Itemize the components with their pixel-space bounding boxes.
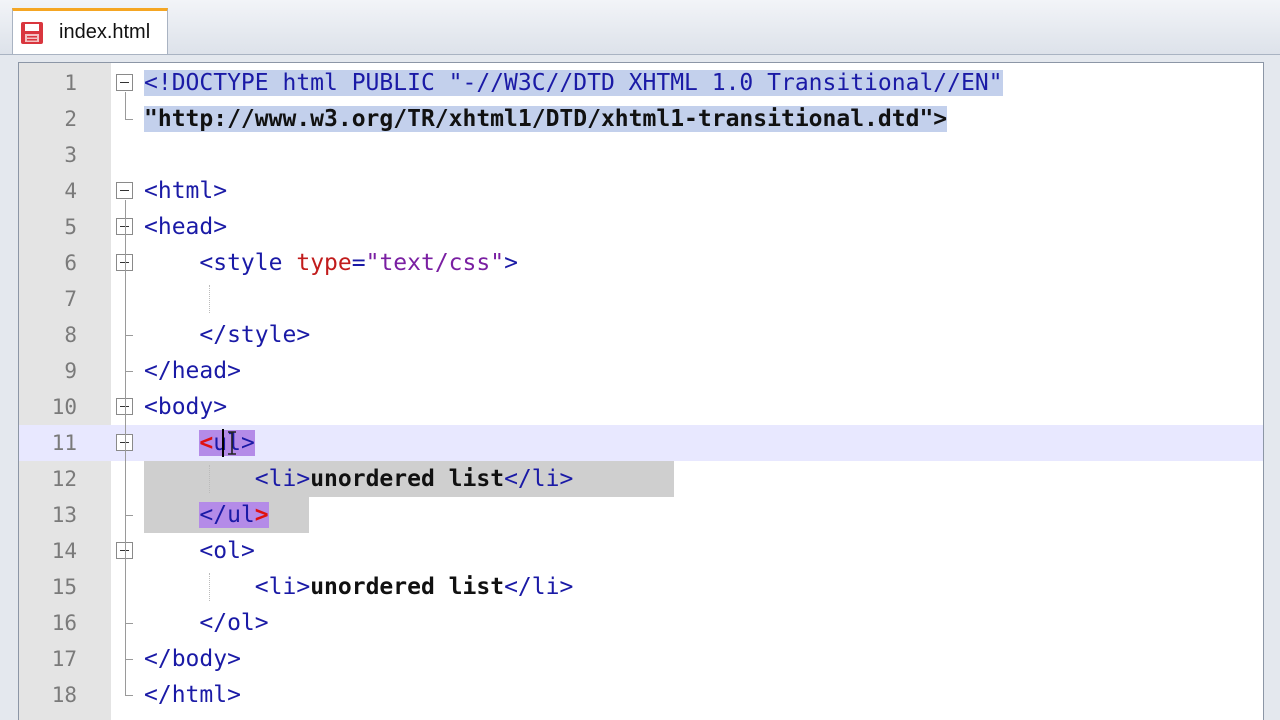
code-text[interactable]: </body> <box>144 641 241 677</box>
code-text[interactable]: </ol> <box>144 605 268 641</box>
code-line[interactable]: 4 <html> <box>19 173 1263 209</box>
code-line[interactable]: 13 </ul> <box>19 497 1263 533</box>
code-text[interactable]: "http://www.w3.org/TR/xhtml1/DTD/xhtml1-… <box>144 101 948 137</box>
fold-toggle-icon[interactable] <box>116 74 133 91</box>
code-text[interactable]: <ol> <box>144 533 254 569</box>
line-number: 12 <box>51 467 77 491</box>
fold-range-line <box>125 272 126 335</box>
line-number: 17 <box>51 647 77 671</box>
line-number: 13 <box>51 503 77 527</box>
text-caret <box>222 429 224 457</box>
code-line[interactable]: 8 </style> <box>19 317 1263 353</box>
line-number: 10 <box>51 395 77 419</box>
code-line[interactable]: 5 <head> <box>19 209 1263 245</box>
code-text[interactable]: </style> <box>144 317 310 353</box>
code-line[interactable]: 17 </body> <box>19 641 1263 677</box>
code-text[interactable]: <body> <box>144 389 227 425</box>
fold-end-marker <box>125 659 133 660</box>
line-number: 7 <box>64 287 77 311</box>
code-line[interactable]: 1 <!DOCTYPE html PUBLIC "-//W3C//DTD XHTM… <box>19 65 1263 101</box>
line-number: 9 <box>64 359 77 383</box>
code-text[interactable]: <!DOCTYPE html PUBLIC "-//W3C//DTD XHTML… <box>144 65 1003 101</box>
line-number: 1 <box>64 71 77 95</box>
line-number: 5 <box>64 215 77 239</box>
line-number: 3 <box>64 143 77 167</box>
code-line[interactable]: 7 <box>19 281 1263 317</box>
tab-bar: index.html <box>0 0 1280 55</box>
fold-range-line <box>125 452 126 515</box>
fold-toggle-icon[interactable] <box>116 182 133 199</box>
line-number: 8 <box>64 323 77 347</box>
indent-guide <box>209 285 210 313</box>
code-text[interactable]: </ul> <box>144 497 269 533</box>
code-text[interactable]: <html> <box>144 173 227 209</box>
line-number: 11 <box>51 431 77 455</box>
tab-label: index.html <box>59 21 151 43</box>
code-line[interactable]: 3 <box>19 137 1263 173</box>
code-line[interactable]: 14 <ol> <box>19 533 1263 569</box>
indent-guide <box>209 573 210 601</box>
ibeam-cursor-icon <box>228 431 236 455</box>
line-number: 18 <box>51 683 77 707</box>
line-number: 16 <box>51 611 77 635</box>
code-line[interactable]: 15 <li>unordered list</li> <box>19 569 1263 605</box>
save-file-icon <box>21 21 43 44</box>
code-line[interactable]: 9 </head> <box>19 353 1263 389</box>
line-number: 15 <box>51 575 77 599</box>
fold-end-marker <box>125 695 133 696</box>
code-text[interactable]: <head> <box>144 209 227 245</box>
fold-end-marker <box>125 623 133 624</box>
fold-range-line <box>125 560 126 623</box>
line-number: 14 <box>51 539 77 563</box>
fold-end-marker <box>125 371 133 372</box>
code-line[interactable]: 2 "http://www.w3.org/TR/xhtml1/DTD/xhtml1… <box>19 101 1263 137</box>
fold-end-marker <box>125 119 133 120</box>
fold-end-marker <box>125 515 133 516</box>
code-text[interactable]: <style type="text/css"> <box>144 245 518 281</box>
indent-guide <box>209 465 210 493</box>
code-line[interactable]: 10 <body> <box>19 389 1263 425</box>
code-line[interactable]: 18 </html> <box>19 677 1263 713</box>
fold-range-line <box>125 92 126 119</box>
code-line[interactable]: 6 <style type="text/css"> <box>19 245 1263 281</box>
line-number: 6 <box>64 251 77 275</box>
code-text[interactable]: </html> <box>144 677 241 713</box>
tab-index-html[interactable]: index.html <box>12 8 168 54</box>
code-editor[interactable]: 1 <!DOCTYPE html PUBLIC "-//W3C//DTD XHTM… <box>18 62 1264 720</box>
line-number: 4 <box>64 179 77 203</box>
code-line[interactable]: 16 </ol> <box>19 605 1263 641</box>
code-text[interactable]: <ul> <box>144 425 255 461</box>
fold-end-marker <box>125 335 133 336</box>
line-number: 2 <box>64 107 77 131</box>
code-line[interactable]: 11 <ul> <box>19 425 1263 461</box>
code-text[interactable]: </head> <box>144 353 241 389</box>
code-line[interactable]: 12 <li>unordered list</li> <box>19 461 1263 497</box>
